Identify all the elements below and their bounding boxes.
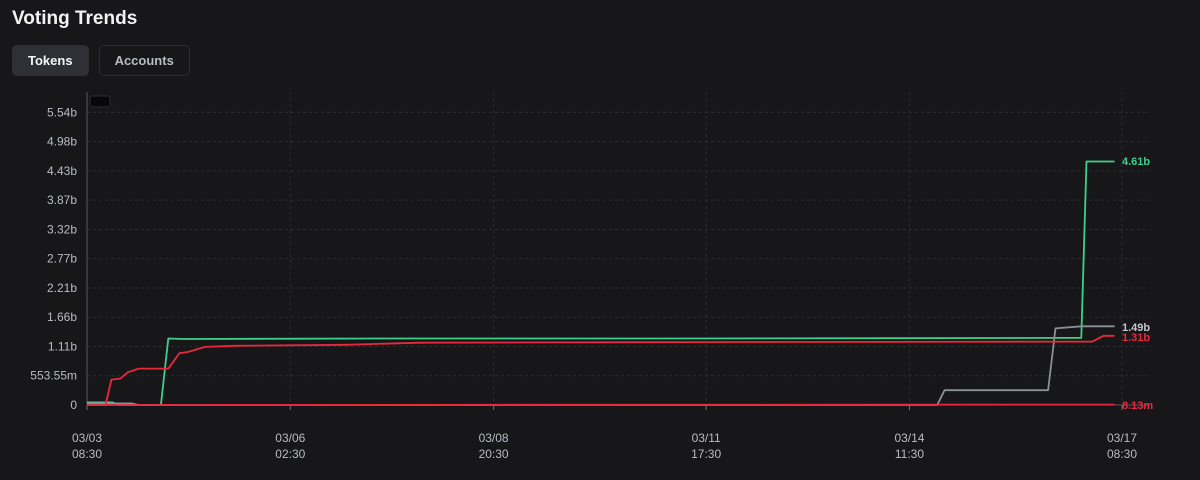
series-line-2: [87, 334, 1115, 406]
x-tick-time: 08:30: [72, 447, 102, 461]
x-tick-date: 03/17: [1107, 431, 1137, 445]
series-end-label: 1.31b: [1122, 332, 1150, 344]
y-tick-label: 5.54b: [47, 105, 77, 119]
y-tick-label: 1.11b: [48, 339, 77, 353]
x-tick-time: 02:30: [275, 447, 305, 461]
x-tick-date: 03/06: [275, 431, 305, 445]
x-tick-time: 08:30: [1107, 447, 1137, 461]
y-tick-label: 0: [70, 398, 77, 412]
x-tick-date: 03/14: [894, 431, 924, 445]
voting-trends-chart: 0 553.55m 1.11b 1.66b 2.21b 2.77b 3.32b 3.87b 4.…: [30, 92, 1153, 461]
x-tick-date: 03/08: [479, 431, 509, 445]
x-tick-time: 11:30: [895, 447, 924, 461]
x-tick-date: 03/11: [692, 431, 721, 445]
series-end-label: 4.61b: [1122, 156, 1150, 168]
legend-swatch: [89, 95, 111, 108]
series-layer: [86, 160, 1115, 406]
x-tick-date: 03/03: [72, 431, 102, 445]
y-tick-label: 4.98b: [47, 135, 77, 149]
y-tick-label: 553.55m: [30, 369, 77, 383]
x-tick-time: 20:30: [479, 447, 509, 461]
y-tick-label: 4.43b: [47, 164, 77, 178]
series-line-0: [87, 160, 1115, 406]
series-end-label: 8.13m: [1122, 400, 1153, 412]
y-tick-label: 3.87b: [47, 193, 77, 207]
y-tick-label: 1.66b: [47, 310, 77, 324]
y-tick-label: 2.21b: [47, 281, 77, 295]
label-layer: 4.61b1.49b1.31b8.13m: [1122, 156, 1153, 412]
grid-layer: [86, 92, 1150, 405]
x-tick-time: 17:30: [691, 447, 721, 461]
y-tick-label: 2.77b: [47, 252, 77, 266]
y-tick-label: 3.32b: [47, 222, 77, 236]
